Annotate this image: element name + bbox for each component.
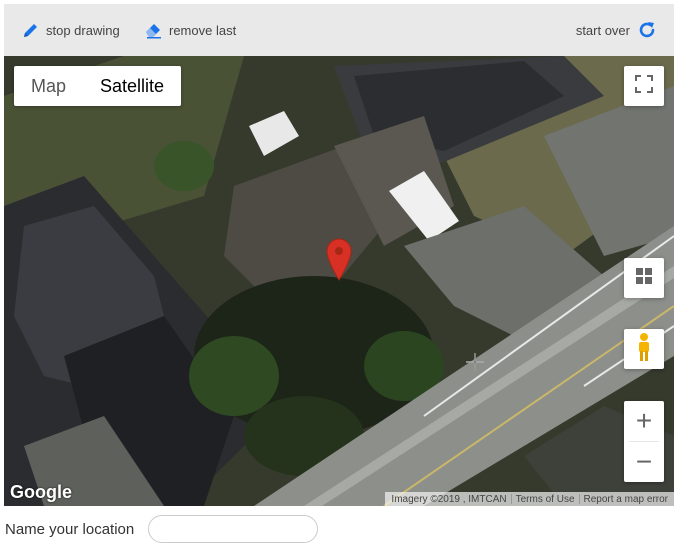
street-view-pegman-button[interactable] [624, 329, 664, 369]
pegman-icon [636, 332, 652, 367]
satellite-map[interactable]: Map Satellite + − Google Imagery ©2019 ,… [4, 56, 674, 506]
zoom-out-button[interactable]: − [624, 442, 664, 482]
location-name-input[interactable] [148, 515, 318, 543]
tilt-grid-icon [635, 267, 653, 290]
remove-last-button[interactable]: remove last [143, 4, 236, 56]
zoom-out-icon: − [635, 446, 653, 477]
remove-last-label: remove last [169, 22, 237, 38]
location-name-label: Name your location [5, 521, 135, 538]
start-over-button[interactable]: start over [576, 4, 658, 56]
crosshair-cursor [466, 353, 484, 376]
map-type-map-button[interactable]: Map [14, 66, 83, 106]
pencil-icon [22, 21, 40, 39]
google-logo: Google [10, 482, 72, 502]
start-over-label: start over [575, 22, 630, 38]
zoom-in-button[interactable]: + [624, 401, 664, 441]
fullscreen-button[interactable] [624, 66, 664, 106]
stop-drawing-label: stop drawing [46, 22, 120, 38]
map-type-control: Map Satellite [14, 66, 182, 106]
map-pin-icon [326, 238, 352, 281]
map-type-satellite-button[interactable]: Satellite [83, 66, 181, 106]
location-marker[interactable] [325, 237, 353, 281]
map-drawing-app: stop drawing remove last start over Map … [0, 0, 678, 554]
tilt-button[interactable] [624, 258, 664, 298]
eraser-icon [143, 21, 163, 39]
refresh-icon [636, 19, 658, 41]
stop-drawing-button[interactable]: stop drawing [22, 4, 120, 56]
zoom-in-icon: + [635, 405, 653, 436]
fullscreen-icon [635, 74, 653, 98]
report-map-error-link[interactable]: Report a map error [580, 494, 672, 505]
zoom-control: + − [624, 401, 664, 482]
drawing-toolbar: stop drawing remove last start over [4, 4, 674, 56]
imagery-credit: Imagery ©2019 , IMTCAN [391, 493, 507, 505]
map-attribution: Imagery ©2019 , IMTCAN Terms of Use Repo… [385, 492, 674, 506]
terms-of-use-link[interactable]: Terms of Use [512, 494, 579, 505]
